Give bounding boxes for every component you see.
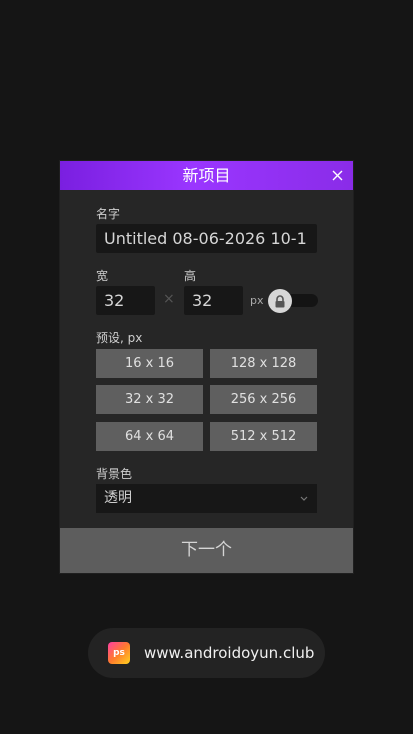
preset-64[interactable]: 64 x 64 — [96, 422, 203, 451]
dialog-title: 新项目 — [182, 166, 231, 185]
width-input[interactable]: 32 — [96, 286, 155, 315]
lock-icon — [275, 294, 285, 307]
height-input[interactable]: 32 — [184, 286, 243, 315]
site-link[interactable]: www.androidoyun.club — [144, 628, 314, 678]
name-label: 名字 — [96, 207, 121, 221]
close-button[interactable] — [329, 167, 345, 183]
aspect-lock-toggle[interactable] — [268, 289, 318, 313]
watermark-pill[interactable]: ps www.androidoyun.club — [88, 628, 325, 678]
preset-32[interactable]: 32 x 32 — [96, 385, 203, 414]
background-select[interactable]: 透明 — [96, 484, 317, 513]
toggle-knob — [268, 289, 292, 313]
width-label: 宽 — [96, 269, 109, 283]
background-select-value: 透明 — [104, 490, 132, 506]
next-button[interactable]: 下一个 — [60, 528, 353, 573]
name-input[interactable]: Untitled 08-06-2026 10-1 — [96, 224, 317, 253]
new-project-dialog: 新项目 名字 Untitled 08-06-2026 10-1 宽 高 32 ×… — [60, 161, 353, 573]
background-label: 背景色 — [96, 467, 133, 481]
chevron-down-icon — [300, 496, 308, 501]
presets-label: 预设, px — [96, 331, 143, 345]
preset-256[interactable]: 256 x 256 — [210, 385, 317, 414]
close-icon — [332, 170, 342, 180]
app-logo-icon: ps — [108, 642, 130, 664]
height-label: 高 — [184, 269, 197, 283]
preset-512[interactable]: 512 x 512 — [210, 422, 317, 451]
dialog-header: 新项目 — [60, 161, 353, 190]
times-symbol: × — [163, 291, 175, 307]
unit-label: px — [250, 294, 264, 307]
preset-16[interactable]: 16 x 16 — [96, 349, 203, 378]
preset-128[interactable]: 128 x 128 — [210, 349, 317, 378]
